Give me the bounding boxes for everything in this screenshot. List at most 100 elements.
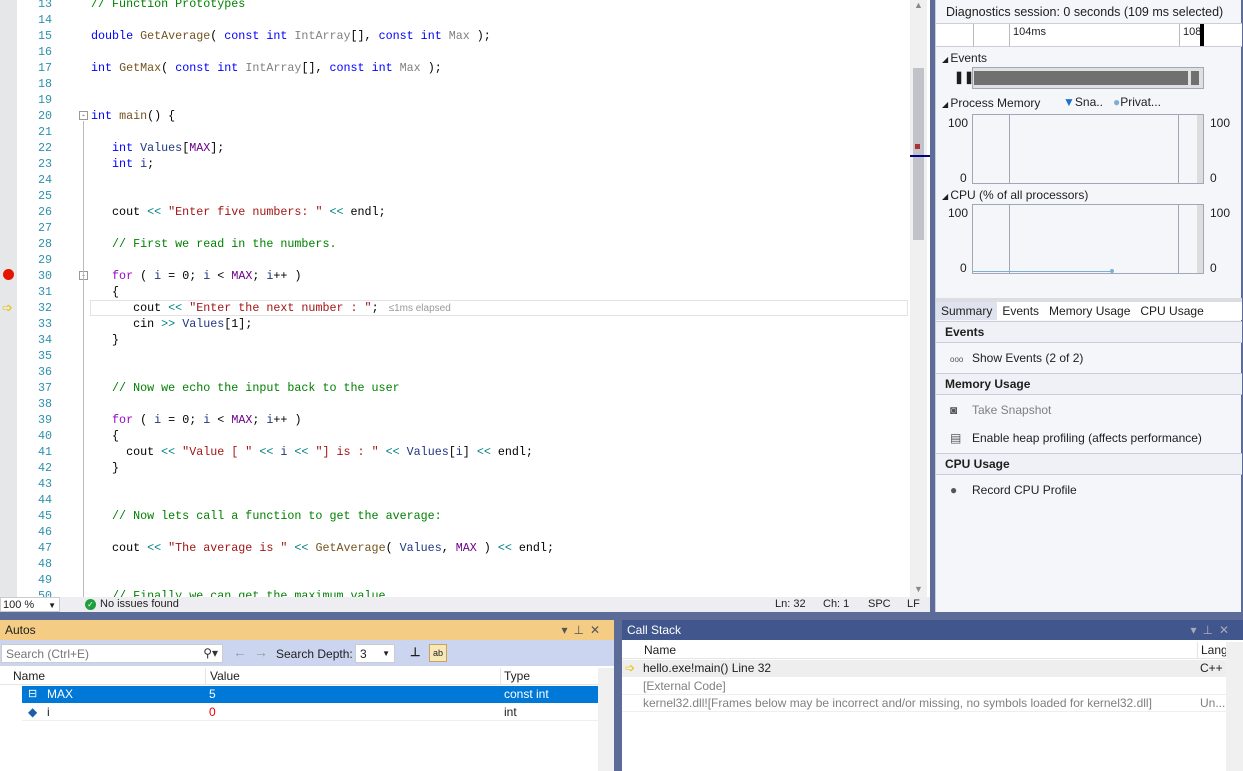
code-line[interactable]: } (91, 460, 119, 476)
cpu-label[interactable]: ◢ CPU (% of all processors) (942, 188, 1088, 202)
tab-events[interactable]: Events (997, 302, 1044, 320)
code-line[interactable]: int i; (91, 156, 154, 172)
code-line[interactable]: for ( i = 0; i < MAX; i++ ) (91, 412, 301, 428)
line-number: 43 (37, 477, 52, 491)
scroll-down-icon[interactable]: ▼ (914, 584, 923, 594)
line-number: 46 (37, 525, 52, 539)
code-line[interactable]: { (91, 284, 119, 300)
autos-title: Autos (5, 623, 36, 637)
memory-section-header: Memory Usage (936, 373, 1242, 395)
scrollbar-thumb[interactable] (913, 68, 924, 240)
code-line[interactable]: cout << "Enter five numbers: " << endl; (91, 204, 386, 220)
code-line[interactable]: for ( i = 0; i < MAX; i++ ) (91, 268, 301, 284)
code-line[interactable]: int Values[MAX]; (91, 140, 224, 156)
code-line[interactable]: cout << "Enter the next number : "; ≤1ms … (91, 300, 451, 316)
whitespace-mode: SPC (868, 598, 891, 610)
line-number: 13 (37, 0, 52, 11)
breakpoint-gutter[interactable] (0, 0, 17, 597)
code-line[interactable]: // Now we echo the input back to the use… (91, 380, 400, 396)
char-number: Ch: 1 (823, 598, 850, 610)
breakpoint-icon[interactable] (3, 269, 14, 280)
editor-status-bar: 100 % ▼ ✓ No issues found Ln: 32 Ch: 1 SP… (0, 597, 930, 612)
line-number: 25 (37, 189, 52, 203)
line-number: 42 (37, 461, 52, 475)
camera-icon: ◙ (950, 403, 958, 417)
code-editor[interactable]: ➩ 13 // Function Prototypes 14 15 double Get… (0, 0, 930, 612)
axis-min-right: 0 (1210, 261, 1217, 275)
events-label: Events (950, 51, 988, 65)
memory-chart[interactable] (972, 114, 1204, 184)
column-name[interactable]: Name (13, 668, 45, 685)
axis-max-right: 100 (1210, 206, 1231, 220)
search-input[interactable]: Search (Ctrl+E) ⚲▾ (1, 644, 223, 663)
enable-heap-profiling-button[interactable]: ▤ Enable heap profiling (affects performa… (950, 431, 1202, 445)
check-icon: ✓ (85, 599, 96, 610)
code-line[interactable]: cout << "Value [ " << i << "] is : " << … (91, 444, 533, 460)
record-cpu-profile-button[interactable]: ● Record CPU Profile (950, 483, 1077, 497)
code-line[interactable]: // Function Prototypes (91, 0, 245, 12)
scroll-up-icon[interactable]: ▲ (914, 0, 923, 10)
events-track-label[interactable]: ◢ Events (942, 51, 987, 65)
autos-toolbar: Search (Ctrl+E) ⚲▾ ← → Search Depth: 3 ▼ ⊥… (0, 640, 614, 666)
column-name[interactable]: Name (644, 642, 676, 659)
issues-status[interactable]: No issues found (100, 597, 179, 612)
selection-end-marker[interactable] (1200, 24, 1204, 46)
ruler-label: 108 (1183, 26, 1202, 38)
line-number: 28 (37, 237, 52, 251)
callstack-row[interactable]: [External Code] (622, 678, 1226, 695)
search-depth-dropdown[interactable]: 3 ▼ (355, 644, 395, 663)
forward-arrow-icon[interactable]: → (254, 644, 268, 660)
line-number: 44 (37, 493, 52, 507)
pin-filter-icon[interactable]: ⊥ (410, 645, 420, 659)
code-line[interactable]: int main() { (91, 108, 175, 124)
code-line[interactable]: { (91, 428, 119, 444)
process-memory-label[interactable]: ◢ Process Memory (942, 96, 1040, 110)
callstack-row[interactable]: kernel32.dll![Frames below may be incorr… (622, 695, 1226, 712)
code-line[interactable]: int GetMax( const int IntArray[], const … (91, 60, 442, 76)
take-snapshot-button[interactable]: ◙ Take Snapshot (950, 403, 1051, 417)
line-number: 24 (37, 173, 52, 187)
axis-min-left: 0 (960, 261, 967, 275)
chevron-down-icon: ▼ (382, 649, 390, 658)
ruler-tick (1179, 24, 1180, 46)
autos-panel: Autos ▾⊥✕ Search (Ctrl+E) ⚲▾ ← → Search D… (0, 620, 614, 771)
ruler-tick (1009, 24, 1010, 46)
legend-snapshot: ▼Sna.. (1063, 95, 1103, 109)
hex-display-icon[interactable]: ab (429, 644, 447, 662)
code-line[interactable]: } (91, 332, 119, 348)
table-row[interactable]: ⊟ MAX 5 const int (22, 686, 598, 703)
chip-icon: ▤ (950, 431, 962, 445)
back-arrow-icon[interactable]: ← (233, 644, 247, 660)
code-line[interactable]: // First we read in the numbers. (91, 236, 336, 252)
line-ending: LF (907, 598, 920, 610)
tab-summary[interactable]: Summary (936, 302, 998, 320)
column-type[interactable]: Type (500, 668, 530, 685)
callstack-row[interactable]: ➩ hello.exe!main() Line 32 C++ (622, 660, 1226, 677)
code-line[interactable]: // Now lets call a function to get the a… (91, 508, 442, 524)
table-row[interactable]: ◆ i 0 int (22, 704, 598, 721)
cpu-chart[interactable] (972, 204, 1204, 274)
tab-cpu-usage[interactable]: CPU Usage (1135, 302, 1208, 320)
autos-scrollbar[interactable] (598, 668, 614, 771)
code-line[interactable]: cout << "The average is " << GetAverage(… (91, 540, 554, 556)
autos-title-bar: Autos ▾⊥✕ (0, 620, 614, 640)
callstack-header-row: Name Lang (622, 642, 1228, 659)
callstack-scrollbar[interactable] (1226, 642, 1243, 771)
code-line[interactable]: double GetAverage( const int IntArray[],… (91, 28, 491, 44)
perf-tip[interactable]: ≤1ms elapsed (389, 303, 451, 314)
line-number: 15 (37, 29, 52, 43)
timeline-ruler[interactable]: 104ms 108 (936, 23, 1242, 47)
events-track[interactable] (972, 67, 1204, 89)
collapse-main-icon[interactable]: - (79, 111, 88, 120)
line-number: 45 (37, 509, 52, 523)
window-controls[interactable]: ▾⊥✕ (1190, 620, 1235, 640)
autos-header-row: Name Value Type (0, 668, 598, 685)
code-line[interactable]: cin >> Values[1]; (91, 316, 252, 332)
window-controls[interactable]: ▾⊥✕ (561, 620, 606, 640)
column-lang[interactable]: Lang (1197, 642, 1228, 659)
zoom-dropdown[interactable]: 100 % ▼ (0, 597, 60, 612)
line-number: 35 (37, 349, 52, 363)
column-value[interactable]: Value (205, 668, 240, 685)
show-events-link[interactable]: ooo Show Events (2 of 2) (950, 351, 1083, 365)
tab-memory-usage[interactable]: Memory Usage (1044, 302, 1135, 320)
